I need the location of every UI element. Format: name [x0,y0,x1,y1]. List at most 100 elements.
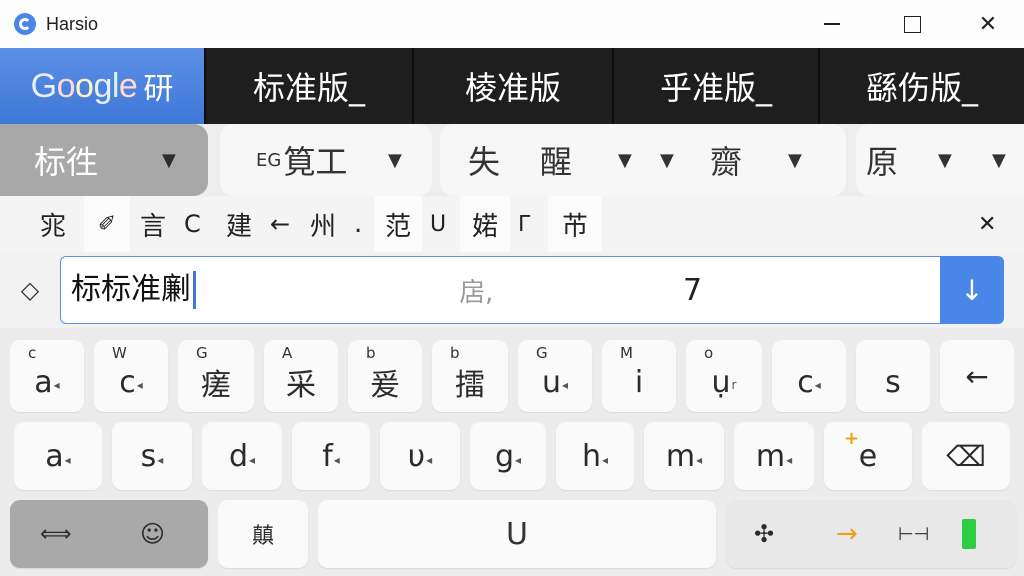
quick-key-8[interactable]: . [354,196,362,252]
quick-key-5[interactable]: 建 [226,196,252,252]
key-r1-11[interactable]: s [856,340,930,412]
delete-key[interactable]: ⌫ [922,422,1010,490]
key-sub: ◂ [136,378,143,392]
minimize-button[interactable] [794,0,870,48]
chevron-down-icon[interactable]: ▼ [938,150,952,171]
quick-key-1[interactable]: 宨 [40,196,66,252]
quick-key-12[interactable]: ᒥ [518,196,530,252]
backspace-key[interactable]: ← [940,340,1014,412]
quick-key-13[interactable]: 芇 [548,196,602,252]
key-r1-4[interactable]: A 采 [264,340,338,412]
mode-tab-2[interactable]: 棱准版 [412,48,612,124]
symbol-key[interactable]: 㒹 [218,500,308,568]
quick-key-4[interactable]: C [184,196,201,252]
move-icon[interactable]: ✣ [754,520,774,548]
suggestion-1-text: 标徃 [34,143,99,181]
quick-key-7[interactable]: 州 [310,196,336,252]
back-icon[interactable]: ◇ [10,270,50,310]
key-label: d [228,438,248,474]
key-s[interactable]: s ◂ [112,422,192,490]
key-r1-2[interactable]: W c ◂ [94,340,168,412]
suggestion-2-text: 筧工 [283,143,348,181]
key-e[interactable]: + e [824,422,912,490]
quick-key-3[interactable]: 言 [140,196,166,252]
commit-button[interactable]: ↓ [940,256,1004,324]
composition-field[interactable]: 标标准劆 扂, 7 [60,256,942,324]
key-sub: ◂ [64,453,71,467]
key-label: i [634,364,644,400]
suggestion-1[interactable]: 标徃 ▼ [0,124,208,196]
chevron-down-icon[interactable]: ▼ [992,150,1006,171]
key-label: υ [407,438,426,474]
key-sub: ◂ [814,378,821,392]
key-label: 采 [286,368,316,403]
close-button[interactable]: ✕ [950,0,1024,48]
plus-icon: + [844,428,860,449]
key-sub: ◂ [696,453,703,467]
key-m-2[interactable]: m ◂ [734,422,814,490]
key-r1-8[interactable]: M i [602,340,676,412]
suggestion-3c-text: 齌 [710,143,743,181]
key-label: s [140,438,157,474]
arrow-left-icon[interactable]: ← [270,196,290,252]
title-bar: Harsio ✕ [0,0,1024,48]
key-sub: ◂ [515,453,522,467]
app-logo-icon [14,13,36,35]
key-sub: ◂ [561,378,569,392]
key-r1-5[interactable]: b 爰 [348,340,422,412]
key-label: u [541,364,561,400]
key-sub: ◂ [426,453,433,467]
pencil-icon[interactable]: ✐ [84,196,130,252]
keyboard: c a ◂ W c ◂ G 瘥 A 采 b 爰 b 擂 G u ◂ M i o … [0,328,1024,576]
key-v[interactable]: υ ◂ [380,422,460,490]
mode-tab-4[interactable]: 繇伤版_ [818,48,1024,124]
key-f[interactable]: f ◂ [292,422,370,490]
arrow-right-icon[interactable]: → [836,519,858,549]
mode-tab-3[interactable]: 乎准版_ [612,48,818,124]
mode-tab-1[interactable]: 标准版_ [204,48,412,124]
keyboard-switch-icon[interactable]: ⟺ [40,522,72,547]
chevron-down-icon[interactable]: ▼ [660,150,674,171]
chevron-down-icon[interactable]: ▼ [162,150,176,171]
key-d[interactable]: d ◂ [202,422,282,490]
key-label: h [581,438,601,474]
key-hint: o [704,344,714,362]
close-panel-icon[interactable]: ✕ [978,196,996,252]
key-m-1[interactable]: m ◂ [644,422,724,490]
arrow-left-icon: ← [965,359,989,393]
bottom-left-key-group: ⟺ ☺ [10,500,208,568]
key-label: g [494,438,514,474]
suggestion-3[interactable]: 失 醒 ▼ ▼ 齌 ▼ [440,124,846,196]
key-label: s [885,364,901,400]
quick-key-10[interactable]: U [430,196,446,252]
key-label: 爰 [370,368,400,403]
quick-key-9[interactable]: 范 [374,196,422,252]
suggestion-2[interactable]: EG 筧工 ▼ [220,124,432,196]
key-r1-3[interactable]: G 瘥 [178,340,254,412]
key-h[interactable]: h ◂ [556,422,634,490]
key-g[interactable]: g ◂ [470,422,546,490]
google-ime-tab[interactable]: Google 研 [0,48,204,124]
chevron-down-icon[interactable]: ▼ [618,150,632,171]
chevron-down-icon[interactable]: ▼ [788,150,802,171]
key-label: a [45,438,64,474]
chevron-down-icon[interactable]: ▼ [388,150,402,171]
key-label: f [322,438,333,474]
suggestion-4[interactable]: 原 ▼ ▼ [856,124,1024,196]
backspace-icon: ⌫ [946,439,986,473]
key-hint: b [450,344,460,362]
composition-text: 标标准劆 [71,271,196,309]
key-r1-7[interactable]: G u ◂ [518,340,592,412]
key-r1-9[interactable]: o ụ r [686,340,762,412]
space-key[interactable]: U [318,500,716,568]
maximize-button[interactable] [874,0,950,48]
quick-key-11[interactable]: 婼 [460,196,510,252]
key-r1-1[interactable]: c a ◂ [10,340,84,412]
emoji-icon[interactable]: ☺ [140,520,165,548]
suggestion-3a-text: 失 [468,143,501,181]
cursor-icon[interactable]: ⊢⊣ [898,524,929,545]
key-a[interactable]: a ◂ [14,422,102,490]
key-r1-10[interactable]: c ◂ [772,340,846,412]
key-hint: c [28,344,37,362]
key-r1-6[interactable]: b 擂 [432,340,508,412]
